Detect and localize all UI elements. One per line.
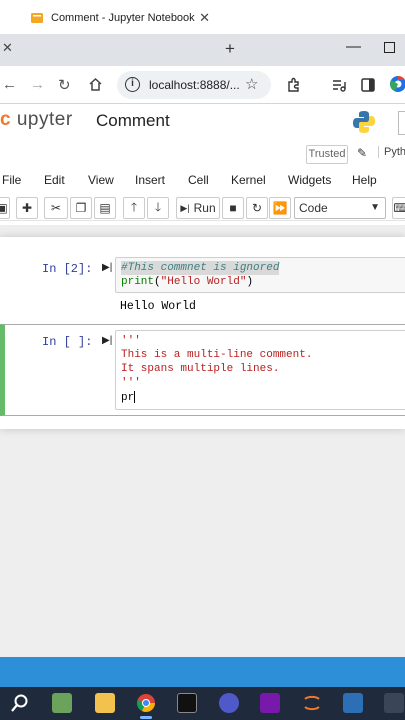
command-palette-icon[interactable]: ⌨	[392, 197, 405, 219]
new-tab-button[interactable]: +	[225, 39, 235, 59]
active-app-indicator	[140, 716, 152, 719]
minimize-icon[interactable]: —	[346, 38, 361, 55]
code-line: This is a multi-line comment.	[121, 349, 313, 361]
run-icon: ▶|	[180, 202, 190, 213]
chevron-down-icon: ▼	[370, 202, 380, 213]
menu-file[interactable]: File	[2, 173, 21, 187]
jupyter-logo[interactable]: c upyter	[0, 109, 73, 131]
teams-icon[interactable]	[219, 693, 239, 713]
run-label: Run	[193, 201, 216, 215]
close-icon[interactable]: ✕	[2, 40, 13, 56]
menu-kernel[interactable]: Kernel	[231, 173, 266, 187]
tab-title: Comment - Jupyter Notebook	[51, 12, 195, 24]
desktop-strip	[0, 657, 405, 687]
extensions-icon[interactable]	[286, 77, 302, 93]
text-cursor	[134, 391, 136, 404]
maximize-icon[interactable]	[384, 42, 395, 53]
kernel-indicator[interactable]: Pyth	[378, 146, 405, 158]
fast-forward-icon[interactable]: ⏩	[269, 197, 291, 219]
save-button[interactable]: ▣	[0, 197, 10, 219]
url-text: localhost:8888/...	[149, 78, 240, 92]
run-cell-icon[interactable]: ▶|	[102, 335, 112, 346]
cell-type-select[interactable]: Code ▼	[294, 197, 386, 219]
forward-icon[interactable]: →	[30, 76, 45, 93]
restart-icon[interactable]: ↻	[246, 197, 268, 219]
onenote-icon[interactable]	[260, 693, 280, 713]
terminal-icon[interactable]	[177, 693, 197, 713]
app-icon[interactable]	[52, 693, 72, 713]
file-explorer-icon[interactable]	[95, 693, 115, 713]
notebook-name[interactable]: Comment	[96, 111, 170, 131]
reload-icon[interactable]: ↻	[58, 76, 71, 94]
menu-edit[interactable]: Edit	[44, 173, 65, 187]
cell-2-prompt: In [ ]:	[42, 335, 93, 349]
app-icon[interactable]	[384, 693, 404, 713]
search-icon[interactable]	[10, 693, 30, 713]
menu-widgets[interactable]: Widgets	[288, 173, 331, 187]
star-icon[interactable]: ☆	[245, 75, 258, 93]
chrome-icon[interactable]	[136, 693, 156, 713]
run-button[interactable]: ▶| Run	[176, 197, 220, 219]
chrome-profile-icon[interactable]	[389, 75, 405, 93]
trusted-badge[interactable]: Trusted	[306, 145, 348, 164]
camera-icon[interactable]	[343, 693, 363, 713]
run-cell-icon[interactable]: ▶|	[102, 262, 112, 273]
media-icon[interactable]	[331, 77, 347, 93]
interrupt-icon[interactable]: ■	[222, 197, 244, 219]
menu-insert[interactable]: Insert	[135, 173, 165, 187]
jupyter-tab-icon	[31, 13, 43, 23]
move-down-icon[interactable]: 🡓	[147, 197, 169, 219]
tab-strip	[0, 34, 405, 66]
back-icon[interactable]: ←	[2, 76, 17, 93]
code-line: #This commnet is ignored	[121, 261, 280, 275]
cut-icon[interactable]: ✂	[44, 197, 68, 219]
tab-close-icon[interactable]: ✕	[199, 10, 210, 26]
cell-2-input[interactable]: ''' This is a multi-line comment. It spa…	[115, 330, 405, 410]
home-icon[interactable]	[88, 77, 103, 92]
cell-1-prompt: In [2]:	[42, 262, 93, 276]
copy-icon[interactable]: ❐	[70, 197, 92, 219]
jupyter-app-icon[interactable]	[302, 693, 322, 713]
code-line: It spans multiple lines.	[121, 363, 280, 375]
code-line: '''	[121, 335, 141, 347]
python-logo-icon	[353, 111, 375, 133]
code-line: '''	[121, 377, 141, 389]
cell-1-output: Hello World	[120, 300, 196, 313]
code-line: print("Hello World")	[121, 276, 254, 288]
cell-type-value: Code	[299, 201, 328, 215]
edit-icon[interactable]: ✎	[357, 146, 367, 160]
address-bar[interactable]: i localhost:8888/... ☆	[117, 71, 271, 99]
menu-help[interactable]: Help	[352, 173, 377, 187]
info-icon[interactable]: i	[125, 77, 140, 92]
move-up-icon[interactable]: 🡑	[123, 197, 145, 219]
code-line-current: pr	[121, 391, 136, 404]
browser-tab-active[interactable]: Comment - Jupyter Notebook ✕	[22, 4, 218, 32]
menu-view[interactable]: View	[88, 173, 114, 187]
sidebar-icon[interactable]	[360, 77, 376, 93]
menu-cell[interactable]: Cell	[188, 173, 209, 187]
cell-1-input[interactable]: #This commnet is ignored print("Hello Wo…	[115, 257, 405, 293]
paste-icon[interactable]: ▤	[94, 197, 116, 219]
insert-cell-button[interactable]: ✚	[16, 197, 38, 219]
logout-button[interactable]	[398, 111, 405, 135]
